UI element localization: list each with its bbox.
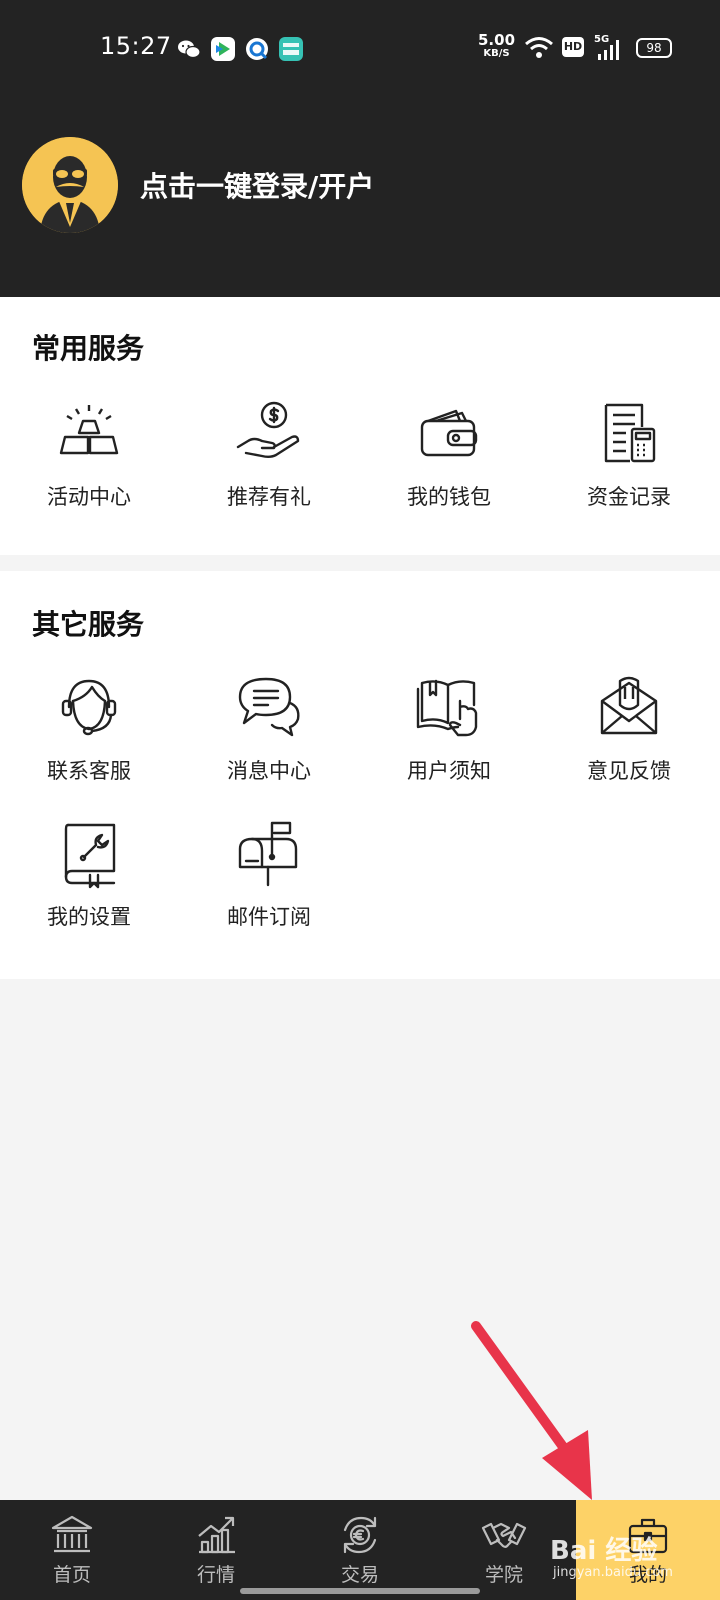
avatar[interactable] (22, 137, 118, 233)
service-label: 活动中心 (47, 485, 131, 509)
wifi-icon (525, 37, 553, 58)
browser-app-icon (246, 38, 268, 60)
service-label: 意见反馈 (587, 759, 671, 783)
book-hand-icon (416, 679, 478, 737)
ledger-calculator-icon (604, 403, 656, 463)
nav-item-trade[interactable]: 交易 (288, 1500, 432, 1600)
headset-agent-icon (61, 679, 117, 736)
nav-label: 交易 (340, 1564, 379, 1586)
signal-icon (598, 40, 619, 60)
service-fund-records[interactable]: 资金记录 (554, 397, 704, 517)
nav-item-market[interactable]: 行情 (144, 1500, 288, 1600)
currency-exchange-icon (343, 1516, 377, 1554)
envelope-feedback-icon (600, 676, 658, 735)
service-label: 消息中心 (227, 759, 311, 783)
bank-icon (51, 1515, 93, 1553)
service-contact-support[interactable]: 联系客服 (14, 671, 164, 791)
service-activity-center[interactable]: 活动中心 (14, 397, 164, 517)
nav-label: 首页 (52, 1564, 91, 1586)
settings-book-icon (64, 823, 116, 889)
wallet-icon (420, 409, 478, 457)
login-profile-row[interactable]: 点击一键登录/开户 (22, 135, 374, 235)
service-label: 联系客服 (47, 759, 131, 783)
service-referral-reward[interactable]: 推荐有礼 (194, 397, 344, 517)
net-speed-unit: KB/S (483, 48, 510, 59)
other-services-section: 其它服务 联系客服 消息中心 用户须知 意见反馈 我的设置 邮件订阅 (0, 571, 720, 979)
service-user-notice[interactable]: 用户须知 (374, 671, 524, 791)
home-indicator[interactable] (240, 1588, 480, 1594)
gold-bars-icon (59, 405, 119, 455)
wechat-icon (178, 40, 201, 59)
section-title: 其它服务 (32, 608, 145, 641)
service-label: 邮件订阅 (227, 905, 311, 929)
common-services-section: 常用服务 活动中心 推荐有礼 我的钱包 资金记录 (0, 297, 720, 555)
service-label: 我的设置 (47, 905, 131, 929)
nav-label: 行情 (196, 1564, 235, 1586)
battery-indicator: 98 (636, 38, 672, 58)
video-app-icon (211, 37, 235, 61)
service-my-wallet[interactable]: 我的钱包 (374, 397, 524, 517)
watermark-url: jingyan.baidu.com (553, 1565, 673, 1580)
service-label: 资金记录 (587, 485, 671, 509)
network-speed: 5.00 KB/S (478, 33, 515, 60)
status-time: 15:27 (100, 32, 172, 60)
service-label: 用户须知 (407, 759, 491, 783)
watermark-logo: Bai 经验 (550, 1536, 658, 1566)
chat-bubbles-icon (238, 677, 300, 737)
handshake-icon (481, 1522, 527, 1548)
nav-item-home[interactable]: 首页 (0, 1500, 144, 1600)
hd-badge: HD (562, 37, 584, 57)
service-label: 推荐有礼 (227, 485, 311, 509)
service-email-subscription[interactable]: 邮件订阅 (194, 817, 344, 937)
service-label: 我的钱包 (407, 485, 491, 509)
login-register-link[interactable]: 点击一键登录/开户 (140, 165, 374, 205)
hand-coin-icon (236, 401, 300, 458)
mailbox-icon (238, 821, 298, 887)
service-my-settings[interactable]: 我的设置 (14, 817, 164, 937)
section-title: 常用服务 (32, 332, 145, 365)
boss-app-icon (279, 37, 303, 61)
status-bar: 15:27 5.00 KB/S HD 5G 98 (0, 0, 720, 96)
service-message-center[interactable]: 消息中心 (194, 671, 344, 791)
annotation-arrow (471, 1321, 592, 1500)
service-feedback[interactable]: 意见反馈 (554, 671, 704, 791)
chart-up-icon (198, 1516, 235, 1554)
